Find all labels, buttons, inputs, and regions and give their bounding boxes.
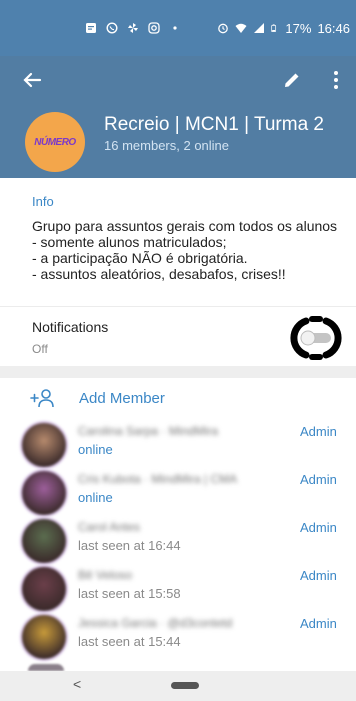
member-row[interactable]: Cris Kubota · MindMira | CMA online Admin [0,470,356,518]
member-status: online [78,490,113,505]
group-description: Grupo para assuntos gerais com todos os … [32,218,338,282]
arrow-left-icon[interactable] [20,68,44,92]
notification-icon [86,23,97,33]
add-member-button[interactable]: Add Member [0,378,356,418]
battery-percent: 17% [285,20,312,36]
status-bar-notification-icons [85,22,181,34]
member-row[interactable]: Jessica Garcia · @d3contetd last seen at … [0,614,356,662]
battery-icon [271,24,277,33]
member-status: last seen at 15:58 [78,586,181,601]
clock: 16:46 [317,20,350,36]
wifi-icon [235,23,247,33]
member-role-badge: Admin [300,616,337,631]
notifications-value: Off [32,342,48,356]
member-role-badge: Admin [300,424,337,439]
group-avatar[interactable]: NÚMERO [25,112,85,172]
avatar [28,664,64,671]
member-status: online [78,442,113,457]
group-member-count: 16 members, 2 online [104,138,230,153]
notifications-toggle[interactable] [286,315,346,361]
member-name: Cris Kubota · MindMira | CMA [78,472,238,486]
status-bar-system: 17% 16:46 [217,21,350,36]
whatsapp-icon [106,22,118,34]
member-row[interactable]: Carol Antes last seen at 16:44 Admin [0,518,356,566]
nav-home-pill[interactable] [171,682,199,689]
info-section: Info Grupo para assuntos gerais com todo… [0,178,356,304]
member-status: last seen at 16:44 [78,538,181,553]
member-name: Jessica Garcia · @d3contetd [78,616,233,630]
notifications-label: Notifications [32,319,109,335]
avatar[interactable] [22,471,66,515]
add-member-label: Add Member [79,390,165,407]
member-name: Carolina Sarpa · MindMira [78,424,219,438]
member-row[interactable]: Carolina Sarpa · MindMira online Admin [0,422,356,470]
group-header: NÚMERO Recreio | MCN1 | Turma 2 16 membe… [0,56,356,178]
avatar[interactable] [22,567,66,611]
pinwheel-icon [128,23,139,33]
member-role-badge: Admin [300,472,337,487]
instagram-icon [148,22,161,34]
nav-back-button[interactable]: < [73,676,81,692]
member-status: last seen at 15:44 [78,634,181,649]
member-role-badge: Admin [300,568,337,583]
member-role-badge: Admin [300,520,337,535]
dot-icon [173,26,178,30]
info-heading: Info [32,194,54,209]
section-gap [0,366,356,378]
signal-icon [254,23,265,33]
add-person-icon [30,389,54,408]
group-title: Recreio | MCN1 | Turma 2 [104,114,324,135]
member-name: Bê Veloso [78,568,133,582]
avatar[interactable] [22,423,66,467]
member-name: Carol Antes [78,520,141,534]
notifications-row[interactable]: Notifications Off [0,307,356,365]
pencil-icon[interactable] [282,70,302,90]
system-nav-bar: < [0,671,356,701]
avatar[interactable] [22,615,66,659]
alarm-icon [218,23,229,34]
status-bar: 17% 16:46 [0,0,356,56]
member-row[interactable]: Bê Veloso last seen at 15:58 Admin [0,566,356,614]
group-avatar-logo-text: NÚMERO [34,136,76,148]
more-vertical-icon[interactable] [328,68,344,92]
avatar[interactable] [22,519,66,563]
